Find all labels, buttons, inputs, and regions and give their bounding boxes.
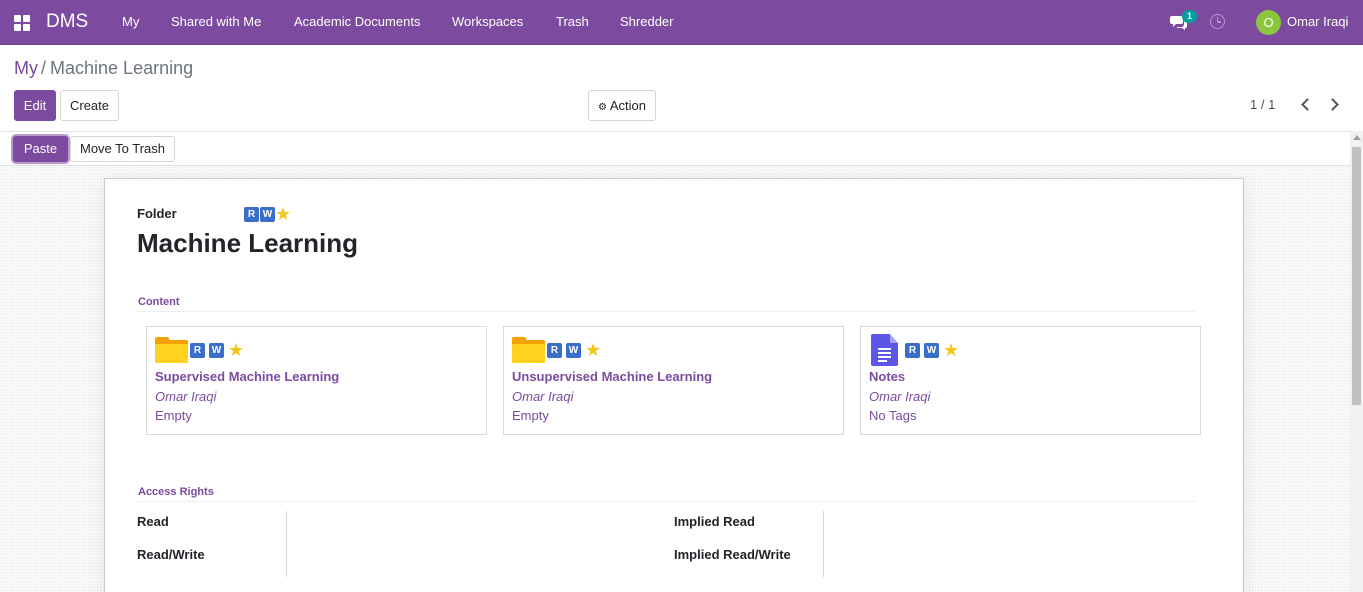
folder-icon (155, 337, 188, 363)
pager-previous-icon[interactable] (1298, 96, 1314, 112)
field-separator (286, 511, 287, 577)
menu-item-shredder[interactable]: Shredder (620, 14, 673, 29)
breadcrumb-parent[interactable]: My (14, 58, 38, 78)
document-icon (871, 334, 898, 366)
content-section-divider (137, 311, 1195, 312)
form-statusbar: Paste Move To Trash (0, 131, 1350, 166)
menu-item-academic-documents[interactable]: Academic Documents (294, 14, 420, 29)
activity-clock-icon[interactable] (1210, 14, 1225, 29)
read-field-label: Read (137, 514, 169, 529)
read-permission-badge: R (190, 343, 205, 358)
top-navbar: DMS My Shared with Me Academic Documents… (0, 0, 1363, 45)
card-name[interactable]: Supervised Machine Learning (155, 369, 339, 384)
gear-icon: ⚙ (597, 102, 607, 113)
content-card[interactable]: R W ★ Notes Omar Iraqi No Tags (860, 326, 1201, 435)
action-button[interactable]: ⚙ Action (588, 90, 656, 121)
apps-menu-icon[interactable] (14, 15, 30, 31)
breadcrumb-separator: / (41, 58, 47, 78)
card-meta: Empty (512, 408, 549, 423)
implied-read-write-field-label: Implied Read/Write (674, 547, 791, 562)
card-meta: No Tags (869, 408, 917, 423)
favorite-star-icon[interactable]: ★ (585, 341, 601, 359)
folder-icon (512, 337, 545, 363)
card-name[interactable]: Unsupervised Machine Learning (512, 369, 712, 384)
favorite-star-icon[interactable]: ★ (943, 341, 959, 359)
menu-item-workspaces[interactable]: Workspaces (452, 14, 523, 29)
favorite-star-icon[interactable]: ★ (228, 341, 244, 359)
create-button[interactable]: Create (60, 90, 119, 121)
menu-item-my[interactable]: My (122, 14, 139, 29)
access-rights-section-title: Access Rights (138, 486, 214, 498)
paste-button[interactable]: Paste (13, 136, 68, 162)
content-card[interactable]: R W ★ Unsupervised Machine Learning Omar… (503, 326, 844, 435)
record-title: Machine Learning (137, 228, 359, 258)
app-brand[interactable]: DMS (46, 11, 88, 33)
content-section-title: Content (138, 296, 180, 308)
pager-next-icon[interactable] (1326, 96, 1342, 112)
breadcrumb: My / Machine Learning (14, 58, 193, 79)
user-menu-name[interactable]: Omar Iraqi (1287, 14, 1348, 29)
card-name[interactable]: Notes (869, 369, 905, 384)
read-write-field-label: Read/Write (137, 547, 205, 562)
messages-count-badge: 1 (1182, 10, 1197, 23)
scroll-up-arrow-icon[interactable] (1353, 135, 1361, 140)
pager-value[interactable]: 1 / 1 (1250, 97, 1275, 112)
write-permission-badge: W (260, 207, 275, 222)
page-scrollbar[interactable] (1350, 131, 1363, 592)
write-permission-badge: W (209, 343, 224, 358)
card-meta: Empty (155, 408, 192, 423)
record-type-label: Folder (137, 206, 177, 221)
content-card[interactable]: R W ★ Supervised Machine Learning Omar I… (146, 326, 487, 435)
implied-read-field-label: Implied Read (674, 514, 755, 529)
read-permission-badge: R (905, 343, 920, 358)
read-permission-badge: R (547, 343, 562, 358)
move-to-trash-button[interactable]: Move To Trash (70, 136, 175, 162)
card-owner: Omar Iraqi (869, 389, 931, 404)
action-button-label: Action (609, 98, 646, 113)
write-permission-badge: W (566, 343, 581, 358)
edit-button[interactable]: Edit (14, 90, 56, 121)
user-avatar[interactable]: O (1256, 10, 1281, 35)
scrollbar-thumb[interactable] (1352, 147, 1361, 405)
menu-item-shared-with-me[interactable]: Shared with Me (171, 14, 261, 29)
access-rights-section-divider (137, 501, 1195, 502)
read-permission-badge: R (244, 207, 259, 222)
form-sheet: Folder R W ★ Machine Learning Content R … (104, 178, 1244, 592)
field-separator (823, 511, 824, 577)
write-permission-badge: W (924, 343, 939, 358)
card-owner: Omar Iraqi (512, 389, 574, 404)
breadcrumb-current: Machine Learning (50, 58, 194, 78)
menu-item-trash[interactable]: Trash (556, 14, 589, 29)
favorite-star-icon[interactable]: ★ (275, 205, 291, 223)
card-owner: Omar Iraqi (155, 389, 217, 404)
